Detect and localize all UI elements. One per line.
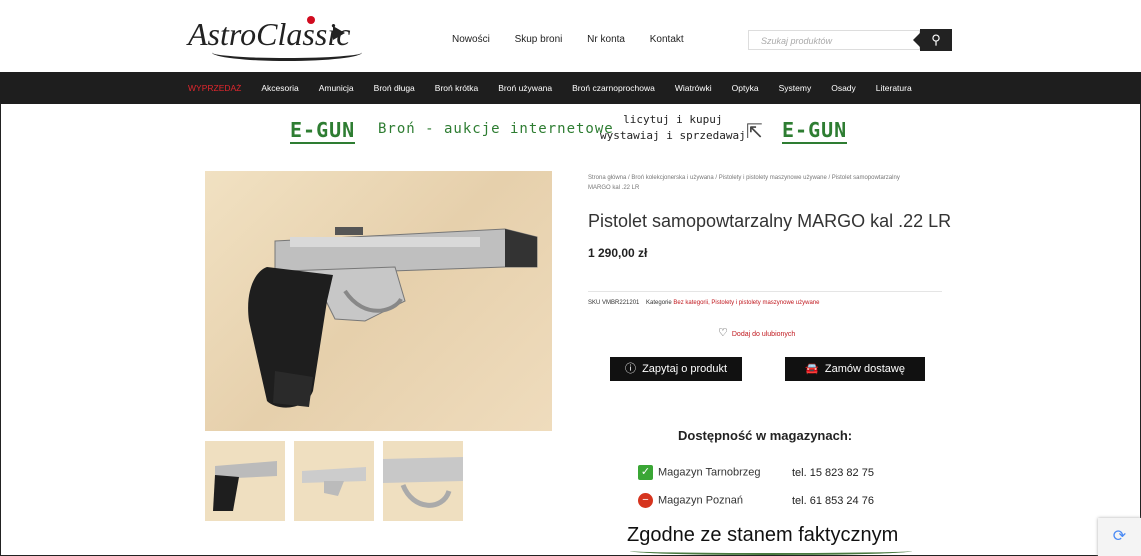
category-bar: WYPRZEDAŻ Akcesoria Amunicja Broń długa …: [0, 72, 1141, 104]
availability-title: Dostępność w magazynach:: [678, 428, 853, 443]
question-icon: ⓘ: [624, 363, 636, 375]
category-links[interactable]: Bez kategorii, Pistolety i pistolety mas…: [673, 300, 819, 306]
category-label: Kategorie: [646, 300, 672, 306]
site-header: AstroClassic Nowości Skup broni Nr konta…: [0, 0, 1141, 72]
car-icon: 🚘: [805, 363, 819, 375]
search-button[interactable]: ⚲: [913, 29, 952, 51]
store-name: Magazyn Poznań: [658, 494, 743, 507]
egun-logo-right: E-GUN: [782, 118, 848, 144]
banner-line2: wystawiaj i sprzedawaj: [600, 129, 746, 142]
thumbnail-3-image: [383, 457, 463, 508]
sku-value: VMBR221201: [602, 300, 640, 306]
nav-link-skup-broni[interactable]: Skup broni: [515, 34, 563, 45]
product-main-image[interactable]: [205, 171, 552, 431]
top-nav: Nowości Skup broni Nr konta Kontakt: [452, 34, 706, 45]
egun-banner[interactable]: E-GUN Broń - aukcje internetowe licytuj …: [290, 112, 870, 150]
category-amunicja[interactable]: Amunicja: [319, 83, 354, 93]
divider: [588, 291, 942, 292]
category-bron-czarnoprochowa[interactable]: Broń czarnoprochowa: [572, 83, 655, 93]
banner-tagline: Broń - aukcje internetowe: [378, 121, 614, 137]
pistol-image: [248, 227, 538, 408]
category-wyprzedaz[interactable]: WYPRZEDAŻ: [188, 83, 241, 93]
order-delivery-button[interactable]: 🚘 Zamów dostawę: [785, 357, 925, 381]
category-akcesoria[interactable]: Akcesoria: [261, 83, 298, 93]
egun-logo-left: E-GUN: [290, 118, 356, 144]
store-phone[interactable]: tel. 15 823 82 75: [792, 467, 874, 479]
ask-button-label: Zapytaj o produkt: [642, 363, 728, 375]
category-optyka[interactable]: Optyka: [732, 83, 759, 93]
store-row-poznan: − Magazyn Poznań: [638, 493, 743, 508]
thumbnail-2[interactable]: [294, 441, 374, 521]
underline-swoosh: [630, 547, 912, 555]
recaptcha-badge[interactable]: ⟳: [1098, 518, 1141, 556]
store-name: Magazyn Tarnobrzeg: [658, 466, 761, 479]
breadcrumb[interactable]: Strona główna / Broń kolekcjonerska i uż…: [588, 173, 918, 193]
favorites-label: Dodaj do ulubionych: [731, 331, 796, 338]
thumbnail-3[interactable]: [383, 441, 463, 521]
add-to-favorites[interactable]: ♡ Dodaj do ulubionych: [718, 326, 795, 339]
product-price: 1 290,00 zł: [588, 246, 648, 260]
ask-about-product-button[interactable]: ⓘ Zapytaj o produkt: [610, 357, 742, 381]
category-wiatrowki[interactable]: Wiatrówki: [675, 83, 712, 93]
nav-link-nr-konta[interactable]: Nr konta: [587, 34, 625, 45]
product-meta: SKU VMBR221201 Kategorie Bez kategorii, …: [588, 300, 819, 306]
logo-dot-icon: [307, 16, 315, 24]
category-bron-uzywana[interactable]: Broń używana: [498, 83, 552, 93]
category-bron-krotka[interactable]: Broń krótka: [435, 83, 478, 93]
store-row-tarnobrzeg: ✓ Magazyn Tarnobrzeg: [638, 465, 761, 480]
category-bron-dluga[interactable]: Broń długa: [374, 83, 415, 93]
site-logo[interactable]: AstroClassic: [188, 16, 362, 61]
nav-link-kontakt[interactable]: Kontakt: [650, 34, 684, 45]
sku-label: SKU: [588, 300, 601, 306]
category-systemy[interactable]: Systemy: [779, 83, 812, 93]
banner-slogan: licytuj i kupuj wystawiaj i sprzedawaj: [600, 112, 746, 144]
search-icon: ⚲: [931, 32, 941, 47]
order-button-label: Zamów dostawę: [824, 363, 905, 375]
logo-arrow-icon: [333, 26, 345, 40]
banner-line1: licytuj i kupuj: [623, 113, 723, 126]
category-osady[interactable]: Osady: [831, 83, 856, 93]
availability-note: Zgodne ze stanem faktycznym: [627, 524, 899, 546]
store-phone[interactable]: tel. 61 853 24 76: [792, 495, 874, 507]
category-literatura[interactable]: Literatura: [876, 83, 912, 93]
thumbnail-1-image: [213, 461, 277, 511]
logo-swoosh: [212, 44, 362, 61]
search-input[interactable]: Szukaj produktów: [748, 30, 920, 50]
thumbnail-1[interactable]: [205, 441, 285, 521]
product-title: Pistolet samopowtarzalny MARGO kal .22 L…: [588, 211, 952, 231]
no-entry-icon: −: [638, 493, 653, 508]
recaptcha-icon: ⟳: [1112, 528, 1127, 545]
nav-link-nowosci[interactable]: Nowości: [452, 34, 490, 45]
check-icon: ✓: [638, 465, 653, 480]
thumbnail-2-image: [302, 467, 366, 496]
click-cursor-icon: ⇱: [746, 121, 763, 143]
heart-icon: ♡: [718, 327, 728, 339]
